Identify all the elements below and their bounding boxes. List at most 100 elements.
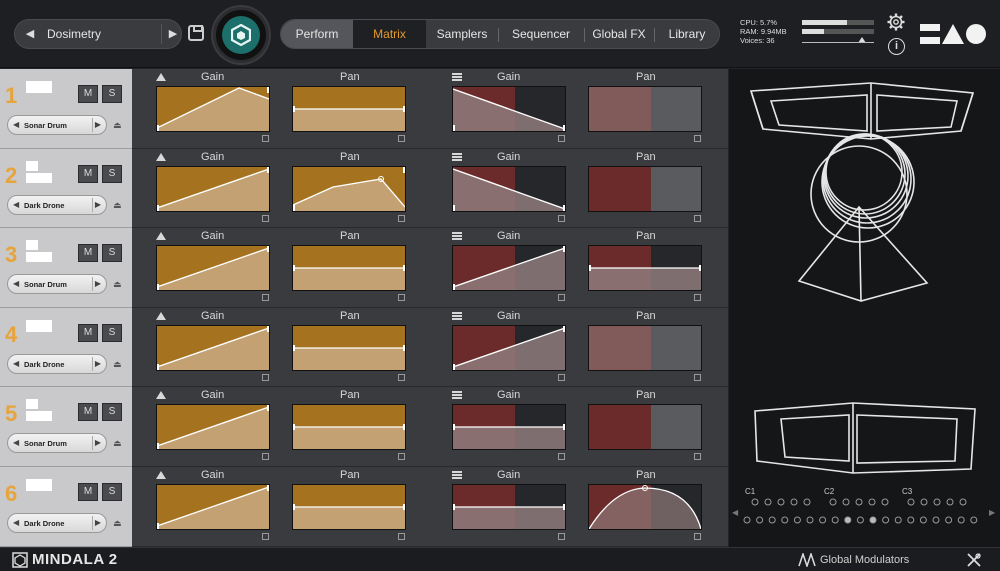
volume-slider-track[interactable] <box>802 42 874 43</box>
pan-lfo-panel[interactable] <box>588 86 702 132</box>
info-icon[interactable]: i <box>888 38 905 55</box>
step-dot[interactable] <box>970 516 978 524</box>
sample-next-button[interactable]: ▶ <box>95 200 101 209</box>
step-dot[interactable] <box>907 516 915 524</box>
triangle-wave-icon[interactable] <box>156 73 166 81</box>
controller-dot[interactable] <box>751 498 759 506</box>
step-dot[interactable] <box>945 516 953 524</box>
sample-prev-button[interactable]: ◀ <box>13 438 19 447</box>
gain-lfo-panel[interactable] <box>452 484 566 530</box>
sample-selector[interactable]: ◀ Dark Drone ▶ <box>7 513 107 533</box>
controller-dot[interactable] <box>907 498 915 506</box>
tab-perform[interactable]: Perform <box>281 20 353 48</box>
step-dot[interactable] <box>793 516 801 524</box>
controller-dot[interactable] <box>790 498 798 506</box>
expand-icon[interactable] <box>262 214 269 222</box>
controller-dot[interactable] <box>777 498 785 506</box>
sample-next-button[interactable]: ▶ <box>95 120 101 129</box>
tab-sequencer[interactable]: Sequencer <box>498 20 584 48</box>
equalizer-icon[interactable] <box>452 391 462 400</box>
sample-prev-button[interactable]: ◀ <box>13 200 19 209</box>
expand-icon[interactable] <box>558 533 565 540</box>
controller-dot[interactable] <box>946 498 954 506</box>
expand-icon[interactable] <box>398 214 405 222</box>
controller-dot[interactable] <box>933 498 941 506</box>
step-dot[interactable] <box>882 516 890 524</box>
solo-button[interactable]: S <box>102 483 122 501</box>
pan-lfo-panel[interactable] <box>588 165 702 212</box>
sample-next-button[interactable]: ▶ <box>95 438 101 447</box>
expand-icon[interactable] <box>398 294 405 302</box>
step-dot[interactable] <box>743 516 751 524</box>
gear-icon[interactable] <box>887 13 905 31</box>
controller-dot[interactable] <box>920 498 928 506</box>
eject-icon[interactable]: ⏏ <box>113 120 122 131</box>
equalizer-icon[interactable] <box>452 311 462 320</box>
equalizer-icon[interactable] <box>452 152 462 161</box>
solo-button[interactable]: S <box>102 244 122 263</box>
gain-envelope-panel[interactable] <box>156 484 270 530</box>
eject-icon[interactable]: ⏏ <box>113 518 122 529</box>
step-dot[interactable] <box>781 516 789 524</box>
sample-selector[interactable]: ◀ Sonar Drum ▶ <box>7 274 107 295</box>
expand-icon[interactable] <box>398 373 405 381</box>
mute-button[interactable]: M <box>78 483 98 501</box>
eject-icon[interactable]: ⏏ <box>113 279 122 290</box>
mute-button[interactable]: M <box>78 244 98 263</box>
expand-icon[interactable] <box>694 373 701 381</box>
expand-icon[interactable] <box>262 453 269 461</box>
step-dot[interactable] <box>894 516 902 524</box>
pan-lfo-panel[interactable] <box>588 484 702 530</box>
expand-icon[interactable] <box>398 453 405 461</box>
expand-icon[interactable] <box>694 294 701 302</box>
pan-envelope-panel[interactable] <box>292 404 406 451</box>
gain-envelope-panel[interactable] <box>156 86 270 132</box>
mute-button[interactable]: M <box>78 323 98 342</box>
sample-next-button[interactable]: ▶ <box>95 279 101 288</box>
preset-name[interactable]: Dosimetry <box>47 27 101 41</box>
expand-icon[interactable] <box>398 533 405 540</box>
pan-lfo-panel[interactable] <box>588 245 702 292</box>
expand-icon[interactable] <box>558 373 565 381</box>
step-dot[interactable] <box>932 516 940 524</box>
equalizer-icon[interactable] <box>452 471 462 479</box>
mute-button[interactable]: M <box>78 164 98 183</box>
step-dot[interactable] <box>756 516 764 524</box>
expand-icon[interactable] <box>558 214 565 222</box>
eject-icon[interactable]: ⏏ <box>113 359 122 370</box>
step-dot[interactable] <box>831 516 839 524</box>
controller-dot[interactable] <box>959 498 967 506</box>
expand-icon[interactable] <box>262 533 269 540</box>
expand-icon[interactable] <box>262 135 269 142</box>
step-dot[interactable] <box>869 516 877 524</box>
expand-icon[interactable] <box>398 135 405 142</box>
solo-button[interactable]: S <box>102 323 122 342</box>
sample-next-button[interactable]: ▶ <box>95 359 101 368</box>
save-icon[interactable] <box>188 25 204 41</box>
gain-envelope-panel[interactable] <box>156 404 270 451</box>
preset-next-button[interactable]: ▶ <box>166 27 180 41</box>
expand-icon[interactable] <box>558 294 565 302</box>
global-modulators-button[interactable]: Global Modulators <box>820 554 909 566</box>
solo-button[interactable]: S <box>102 403 122 422</box>
solo-button[interactable]: S <box>102 164 122 183</box>
pan-envelope-panel[interactable] <box>292 324 406 371</box>
triangle-wave-icon[interactable] <box>156 152 166 161</box>
pan-envelope-panel[interactable] <box>292 245 406 292</box>
tab-matrix[interactable]: Matrix <box>353 20 426 48</box>
step-dot[interactable] <box>919 516 927 524</box>
step-dot[interactable] <box>957 516 965 524</box>
controller-dot[interactable] <box>855 498 863 506</box>
eject-icon[interactable]: ⏏ <box>113 438 122 449</box>
expand-icon[interactable] <box>558 453 565 461</box>
step-dot[interactable] <box>806 516 814 524</box>
gain-envelope-panel[interactable] <box>156 165 270 212</box>
sample-selector[interactable]: ◀ Dark Drone ▶ <box>7 194 107 215</box>
pan-lfo-panel[interactable] <box>588 404 702 451</box>
sample-selector[interactable]: ◀ Dark Drone ▶ <box>7 353 107 374</box>
sample-selector[interactable]: ◀ Sonar Drum ▶ <box>7 115 107 135</box>
controller-dot[interactable] <box>868 498 876 506</box>
triangle-wave-icon[interactable] <box>156 311 166 320</box>
gain-lfo-panel[interactable] <box>452 404 566 451</box>
step-dot[interactable] <box>819 516 827 524</box>
